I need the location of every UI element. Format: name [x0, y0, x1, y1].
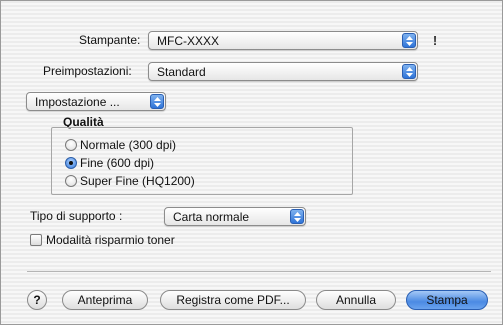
toner-save-checkbox[interactable]	[30, 234, 42, 246]
cancel-button[interactable]: Annulla	[316, 290, 396, 310]
print-dialog: Stampante: MFC-XXXX ! Preimpostazioni: S…	[0, 0, 503, 325]
quality-radio-superfine[interactable]	[65, 175, 77, 187]
quality-radio-fine[interactable]	[65, 157, 77, 169]
media-value: Carta normale	[173, 210, 250, 224]
help-button[interactable]: ?	[27, 290, 47, 310]
printer-popup[interactable]: MFC-XXXX	[148, 31, 418, 50]
print-button[interactable]: Stampa	[406, 290, 488, 310]
popup-arrows-icon	[150, 94, 164, 109]
popup-arrows-icon	[402, 64, 416, 79]
media-label: Tipo di supporto :	[30, 209, 123, 223]
quality-radio-normal[interactable]	[65, 139, 77, 151]
panel-popup[interactable]: Impostazione ...	[26, 92, 166, 111]
printer-label: Stampante:	[79, 33, 141, 47]
warning-icon: !	[432, 33, 438, 48]
preview-button[interactable]: Anteprima	[62, 290, 148, 310]
panel-value: Impostazione ...	[35, 95, 120, 109]
presets-value: Standard	[157, 65, 206, 79]
quality-option-label: Super Fine (HQ1200)	[80, 174, 195, 188]
quality-option-label: Normale (300 dpi)	[80, 138, 177, 152]
save-pdf-button[interactable]: Registra come PDF...	[160, 290, 306, 310]
popup-arrows-icon	[290, 209, 304, 224]
printer-value: MFC-XXXX	[157, 34, 220, 48]
presets-popup[interactable]: Standard	[148, 62, 418, 81]
toner-save-label: Modalità risparmio toner	[46, 233, 175, 247]
media-popup[interactable]: Carta normale	[164, 207, 306, 226]
quality-option-label: Fine (600 dpi)	[80, 156, 155, 170]
presets-label: Preimpostazioni:	[43, 64, 132, 78]
separator	[27, 271, 491, 272]
popup-arrows-icon	[402, 33, 416, 48]
